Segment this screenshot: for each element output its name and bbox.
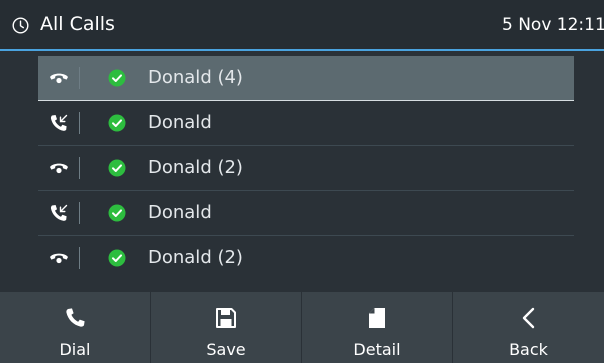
header-bar: All Calls 5 Nov 12:11 bbox=[0, 0, 604, 51]
caller-name: Donald (4) bbox=[148, 67, 243, 88]
call-row[interactable]: Donald (4) bbox=[38, 56, 574, 101]
received-call-icon bbox=[50, 114, 68, 131]
call-row[interactable]: Donald (2) bbox=[38, 236, 574, 281]
missed-call-icon bbox=[50, 163, 68, 174]
call-row[interactable]: Donald bbox=[38, 191, 574, 236]
check-circle-icon bbox=[108, 69, 126, 87]
detail-label: Detail bbox=[353, 340, 401, 359]
detail-button[interactable]: Detail bbox=[302, 292, 453, 363]
dial-button[interactable]: Dial bbox=[0, 292, 151, 363]
missed-call-icon bbox=[50, 253, 68, 264]
row-divider bbox=[79, 202, 80, 224]
row-divider bbox=[79, 157, 80, 179]
received-call-icon bbox=[50, 204, 68, 221]
caller-name: Donald bbox=[148, 112, 212, 133]
caller-name: Donald (2) bbox=[148, 157, 243, 178]
document-icon bbox=[369, 308, 385, 328]
dial-label: Dial bbox=[59, 340, 91, 359]
check-circle-icon bbox=[108, 249, 126, 267]
save-label: Save bbox=[206, 340, 246, 359]
chevron-left-icon bbox=[522, 307, 534, 329]
floppy-disk-icon bbox=[216, 308, 236, 328]
softkey-bar: Dial Save Detail Back bbox=[0, 292, 604, 363]
date-time: 5 Nov 12:11 bbox=[502, 15, 604, 35]
row-divider bbox=[79, 67, 80, 89]
back-button[interactable]: Back bbox=[453, 292, 604, 363]
back-label: Back bbox=[509, 340, 548, 359]
check-circle-icon bbox=[108, 114, 126, 132]
call-list: Donald (4) Donald Donald (2) Donald Dona… bbox=[38, 56, 574, 281]
call-row[interactable]: Donald (2) bbox=[38, 146, 574, 191]
missed-call-icon bbox=[50, 73, 68, 84]
clock-icon bbox=[12, 17, 29, 34]
check-circle-icon bbox=[108, 204, 126, 222]
caller-name: Donald bbox=[148, 202, 212, 223]
page-title: All Calls bbox=[40, 13, 115, 35]
save-button[interactable]: Save bbox=[151, 292, 302, 363]
row-divider bbox=[79, 112, 80, 134]
phone-screen: All Calls 5 Nov 12:11 Donald (4) Donald … bbox=[0, 0, 604, 363]
header-divider bbox=[0, 49, 604, 51]
call-row[interactable]: Donald bbox=[38, 101, 574, 146]
check-circle-icon bbox=[108, 159, 126, 177]
row-divider bbox=[79, 247, 80, 269]
phone-icon bbox=[66, 308, 85, 327]
caller-name: Donald (2) bbox=[148, 247, 243, 268]
